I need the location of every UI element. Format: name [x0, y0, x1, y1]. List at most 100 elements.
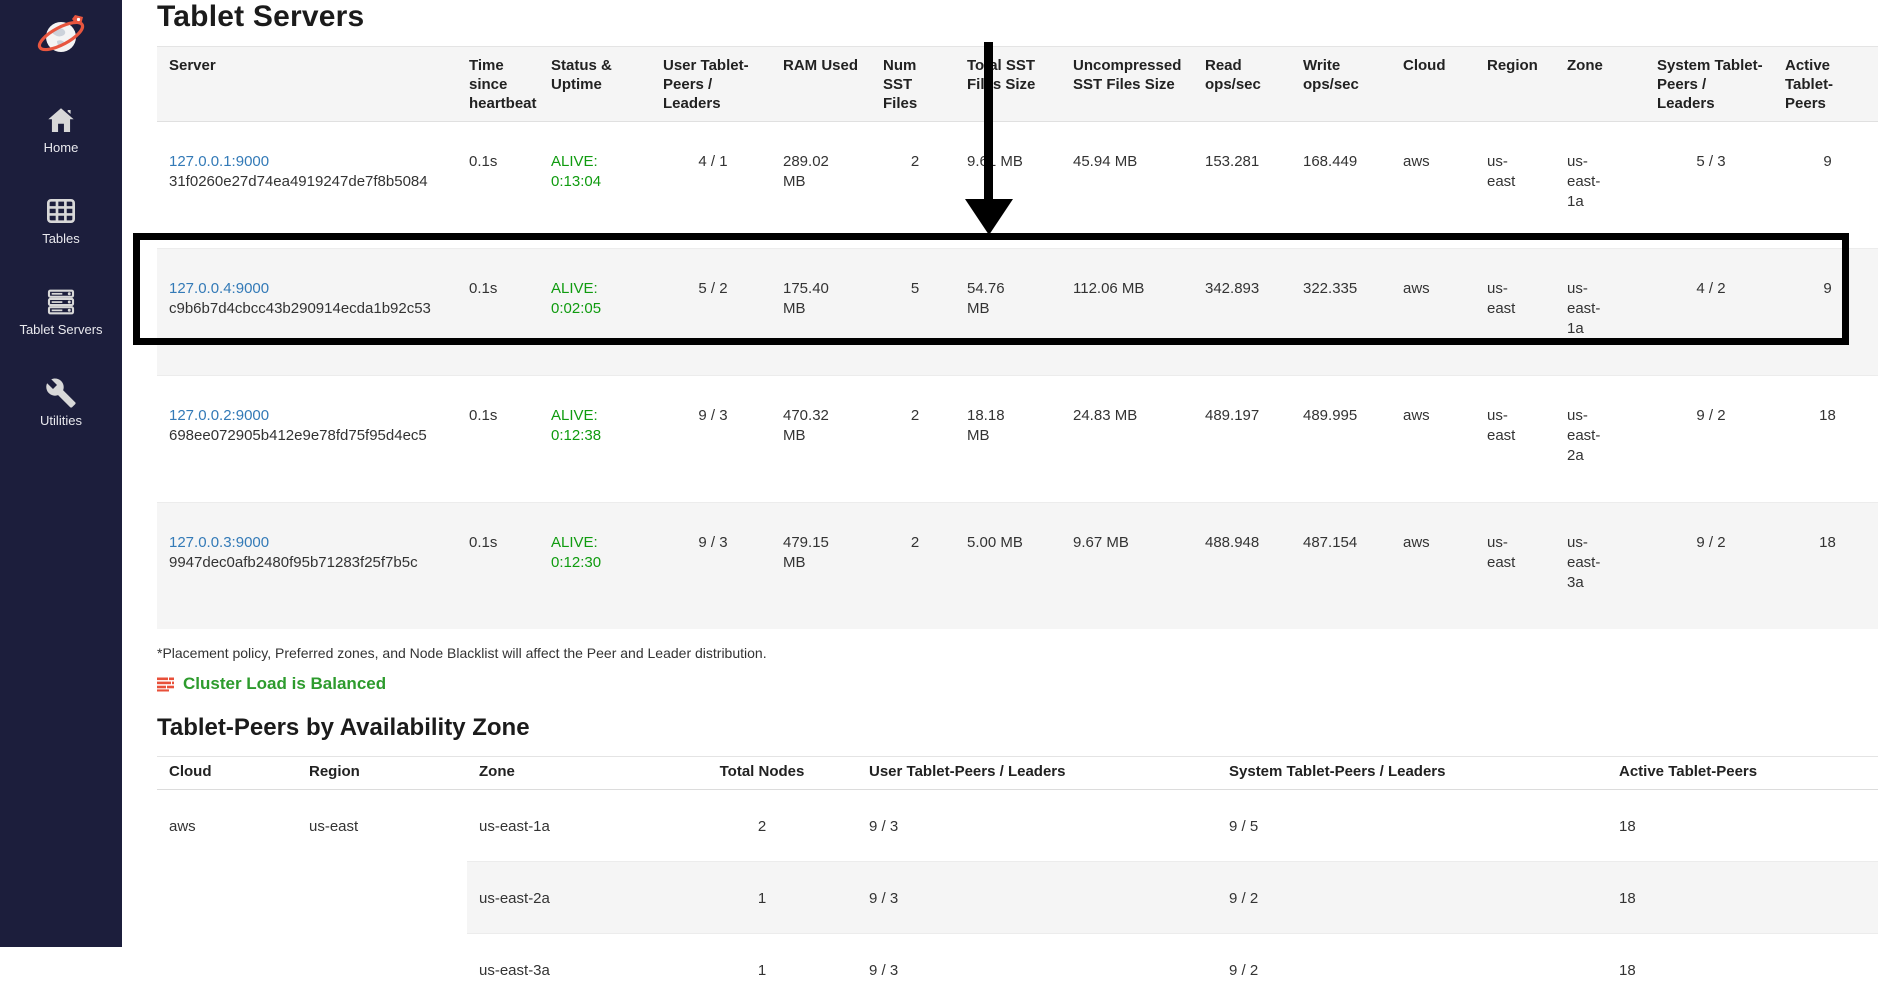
active-peers-cell: 18	[1607, 934, 1878, 1005]
user-peers-cell: 9 / 3	[857, 862, 1217, 934]
column-header-total-sst: Total SST Files Size	[955, 47, 1061, 122]
cloud-cell: aws	[1391, 249, 1475, 376]
column-header-system-peers: System Tablet-Peers / Leaders	[1217, 757, 1607, 790]
total-sst-value: 9.61 MB	[967, 152, 1029, 172]
home-icon	[45, 104, 77, 136]
uptime-value: 0:13:04	[551, 172, 643, 192]
main-content: Tablet Servers Server Time since heartbe…	[157, 0, 1878, 1005]
server-uuid: c9b6b7d4cbcc43b290914ecda1b92c53	[169, 300, 431, 317]
zones-table: Cloud Region Zone Total Nodes User Table…	[157, 756, 1878, 1005]
sidebar-item-label: Home	[44, 140, 79, 155]
user-peers-cell: 9 / 3	[857, 790, 1217, 862]
ram-cell: 175.40 MB	[771, 249, 871, 376]
region-cell: us-east	[1475, 122, 1555, 249]
num-sst-cell: 5	[871, 249, 955, 376]
zone-cell: us-east-1a	[1555, 122, 1645, 249]
sidebar-item-label: Tablet Servers	[19, 322, 102, 337]
tables-icon	[45, 195, 77, 227]
column-header-write-ops: Write ops/sec	[1291, 47, 1391, 122]
read-ops-cell: 488.948	[1193, 503, 1291, 630]
heartbeat-cell: 0.1s	[457, 503, 539, 630]
active-peers-cell: 18	[1773, 503, 1878, 630]
column-header-server: Server	[157, 47, 457, 122]
cloud-cell: aws	[1391, 376, 1475, 503]
user-peers-cell: 9 / 3	[651, 376, 771, 503]
read-ops-cell: 489.197	[1193, 376, 1291, 503]
uncompressed-sst-cell: 45.94 MB	[1061, 122, 1193, 249]
server-cell: 127.0.0.1:9000 31f0260e27d74ea4919247de7…	[157, 122, 457, 249]
zone-cell: us-east-1a	[467, 790, 667, 862]
active-peers-cell: 18	[1773, 376, 1878, 503]
zone-cell: us-east-2a	[467, 862, 667, 934]
server-link[interactable]: 127.0.0.4:9000	[169, 280, 269, 297]
balance-status-text: Cluster Load is Balanced	[183, 674, 386, 694]
ram-cell: 289.02 MB	[771, 122, 871, 249]
status-badge: ALIVE:	[551, 279, 643, 299]
system-peers-cell: 9 / 5	[1217, 790, 1607, 862]
sidebar-item-tables[interactable]: Tables	[42, 195, 80, 246]
heartbeat-cell: 0.1s	[457, 249, 539, 376]
total-nodes-cell: 2	[667, 790, 857, 862]
region-cell: us-east	[1475, 503, 1555, 630]
system-peers-cell: 9 / 2	[1645, 503, 1773, 630]
system-peers-cell: 9 / 2	[1217, 862, 1607, 934]
zone-cell: us-east-3a	[1555, 503, 1645, 630]
cloud-cell: aws	[1391, 122, 1475, 249]
column-header-system-peers: System Tablet-Peers / Leaders	[1645, 47, 1773, 122]
app-logo-icon[interactable]	[33, 8, 89, 64]
region-value: us-east	[1487, 152, 1523, 192]
tablet-servers-icon	[45, 286, 77, 318]
region-value: us-east	[1487, 533, 1523, 573]
active-peers-cell: 9	[1773, 122, 1878, 249]
column-header-active-peers: Active Tablet-Peers	[1773, 47, 1878, 122]
sidebar-item-home[interactable]: Home	[44, 104, 79, 155]
sidebar-item-label: Utilities	[40, 413, 82, 428]
server-cell: 127.0.0.4:9000 c9b6b7d4cbcc43b290914ecda…	[157, 249, 457, 376]
num-sst-cell: 2	[871, 376, 955, 503]
user-peers-cell: 9 / 3	[651, 503, 771, 630]
sidebar-item-tablet-servers[interactable]: Tablet Servers	[19, 286, 102, 337]
system-peers-cell: 4 / 2	[1645, 249, 1773, 376]
zone-cell: us-east-3a	[467, 934, 667, 1005]
zones-header-row: Cloud Region Zone Total Nodes User Table…	[157, 757, 1878, 790]
uncompressed-sst-cell: 9.67 MB	[1061, 503, 1193, 630]
total-sst-cell: 54.76 MB	[955, 249, 1061, 376]
region-cell: us-east	[1475, 376, 1555, 503]
ram-cell: 470.32 MB	[771, 376, 871, 503]
servers-header-row: Server Time since heartbeat Status & Upt…	[157, 47, 1878, 122]
system-peers-cell: 5 / 3	[1645, 122, 1773, 249]
column-header-read-ops: Read ops/sec	[1193, 47, 1291, 122]
status-badge: ALIVE:	[551, 533, 643, 553]
column-header-user-peers: User Tablet-Peers / Leaders	[857, 757, 1217, 790]
column-header-active-peers: Active Tablet-Peers	[1607, 757, 1878, 790]
server-cell: 127.0.0.3:9000 9947dec0afb2480f95b71283f…	[157, 503, 457, 630]
server-link[interactable]: 127.0.0.3:9000	[169, 534, 269, 551]
server-link[interactable]: 127.0.0.2:9000	[169, 407, 269, 424]
server-link[interactable]: 127.0.0.1:9000	[169, 153, 269, 170]
num-sst-cell: 2	[871, 503, 955, 630]
status-cell: ALIVE: 0:13:04	[539, 122, 651, 249]
table-row: 127.0.0.3:9000 9947dec0afb2480f95b71283f…	[157, 503, 1878, 630]
heartbeat-cell: 0.1s	[457, 376, 539, 503]
total-sst-cell: 5.00 MB	[955, 503, 1061, 630]
server-uuid: 31f0260e27d74ea4919247de7f8b5084	[169, 173, 428, 190]
write-ops-cell: 487.154	[1291, 503, 1391, 630]
column-header-zone: Zone	[467, 757, 667, 790]
ram-value: 175.40 MB	[783, 279, 839, 319]
heartbeat-cell: 0.1s	[457, 122, 539, 249]
total-nodes-cell: 1	[667, 934, 857, 1005]
region-cell: us-east	[297, 790, 467, 1005]
sidebar-item-utilities[interactable]: Utilities	[40, 377, 82, 428]
total-sst-value: 5.00 MB	[967, 533, 1029, 553]
status-cell: ALIVE: 0:12:38	[539, 376, 651, 503]
total-nodes-cell: 1	[667, 862, 857, 934]
balance-icon	[157, 677, 174, 692]
column-header-user-peers: User Tablet-Peers / Leaders	[651, 47, 771, 122]
page-title: Tablet Servers	[157, 0, 1878, 46]
zone-value: us-east-1a	[1567, 279, 1611, 339]
table-row-highlighted: 127.0.0.4:9000 c9b6b7d4cbcc43b290914ecda…	[157, 249, 1878, 376]
system-peers-cell: 9 / 2	[1217, 934, 1607, 1005]
utilities-icon	[45, 377, 77, 409]
cloud-cell: aws	[1391, 503, 1475, 630]
column-header-region: Region	[297, 757, 467, 790]
